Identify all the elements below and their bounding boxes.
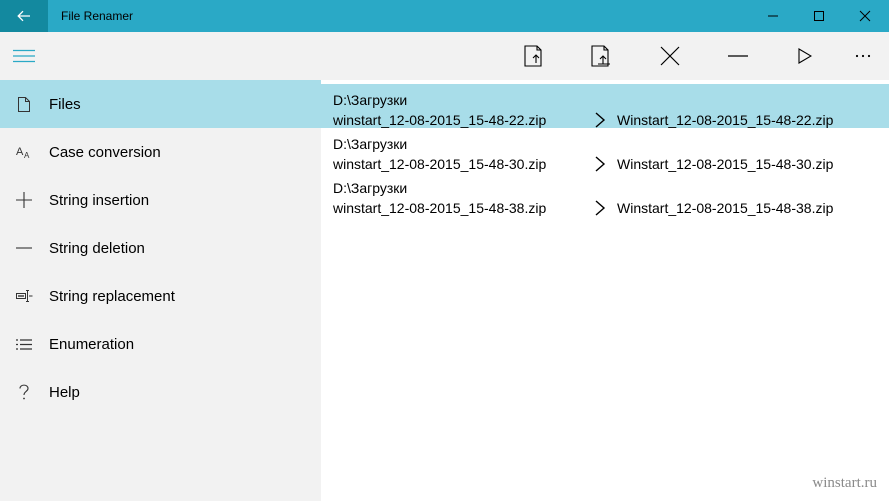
close-icon — [660, 46, 680, 66]
play-icon — [798, 48, 812, 64]
folder-path: D:\Загрузки — [333, 180, 408, 196]
close-window-button[interactable] — [842, 0, 888, 32]
watermark: winstart.ru — [812, 475, 877, 491]
target-filename: Winstart_12-08-2015_15-48-38.zip — [617, 200, 834, 216]
clear-button[interactable] — [718, 32, 758, 80]
case-conversion-icon: A A — [16, 146, 30, 159]
close-icon — [859, 10, 871, 22]
source-filename: winstart_12-08-2015_15-48-38.zip — [333, 200, 547, 216]
add-file-icon — [524, 45, 542, 67]
source-filename: winstart_12-08-2015_15-48-22.zip — [333, 112, 547, 128]
back-button[interactable] — [0, 0, 48, 32]
nav-item-label: String insertion — [49, 191, 150, 209]
svg-text:A: A — [24, 151, 30, 159]
svg-text:A: A — [16, 146, 24, 158]
minus-icon — [16, 247, 32, 249]
nav-item-label: Enumeration — [49, 335, 135, 353]
chevron-right-icon — [595, 156, 606, 172]
maximize-icon — [814, 11, 824, 21]
add-file-button[interactable] — [514, 32, 554, 80]
list-icon — [16, 338, 32, 350]
maximize-button[interactable] — [796, 0, 842, 32]
run-button[interactable] — [785, 32, 825, 80]
minus-icon — [728, 55, 748, 57]
nav-item-label: String replacement — [49, 287, 175, 305]
question-icon — [19, 384, 29, 400]
folder-path: D:\Загрузки — [333, 92, 408, 108]
plus-icon — [16, 192, 32, 208]
command-bar — [321, 32, 889, 80]
nav-item-string-replacement[interactable]: String replacement — [0, 272, 321, 320]
minimize-button[interactable] — [750, 0, 796, 32]
app-title: File Renamer — [61, 9, 134, 23]
file-list: D:\Загрузки winstart_12-08-2015_15-48-22… — [321, 80, 889, 501]
add-folder-button[interactable] — [582, 32, 622, 80]
more-icon — [855, 54, 871, 58]
document-icon — [18, 96, 30, 112]
nav-item-case-conversion[interactable]: A A Case conversion — [0, 128, 321, 176]
nav-item-label: Case conversion — [49, 143, 161, 161]
file-row[interactable]: D:\Загрузки winstart_12-08-2015_15-48-22… — [321, 84, 889, 128]
file-row[interactable]: D:\Загрузки winstart_12-08-2015_15-48-38… — [321, 172, 889, 216]
target-filename: Winstart_12-08-2015_15-48-22.zip — [617, 112, 834, 128]
hamburger-icon — [13, 49, 35, 63]
navigation-pane: Files A A Case conversion String inserti… — [0, 32, 321, 501]
nav-item-enumeration[interactable]: Enumeration — [0, 320, 321, 368]
chevron-right-icon — [595, 112, 606, 128]
nav-item-string-insertion[interactable]: String insertion — [0, 176, 321, 224]
target-filename: Winstart_12-08-2015_15-48-30.zip — [617, 156, 834, 172]
nav-item-files[interactable]: Files — [0, 80, 321, 128]
file-row[interactable]: D:\Загрузки winstart_12-08-2015_15-48-30… — [321, 128, 889, 172]
nav-item-string-deletion[interactable]: String deletion — [0, 224, 321, 272]
minimize-icon — [768, 15, 778, 17]
nav-item-label: String deletion — [49, 239, 145, 257]
source-filename: winstart_12-08-2015_15-48-30.zip — [333, 156, 547, 172]
chevron-right-icon — [595, 200, 606, 216]
menu-button[interactable] — [0, 32, 48, 80]
back-arrow-icon — [17, 10, 30, 22]
nav-item-help[interactable]: Help — [0, 368, 321, 416]
add-folder-icon — [591, 45, 610, 67]
nav-item-label: Help — [49, 383, 80, 401]
nav-item-label: Files — [49, 95, 81, 113]
remove-button[interactable] — [650, 32, 690, 80]
folder-path: D:\Загрузки — [333, 136, 408, 152]
title-bar: File Renamer — [0, 0, 889, 32]
replace-icon — [15, 290, 32, 302]
more-button[interactable] — [843, 32, 883, 80]
